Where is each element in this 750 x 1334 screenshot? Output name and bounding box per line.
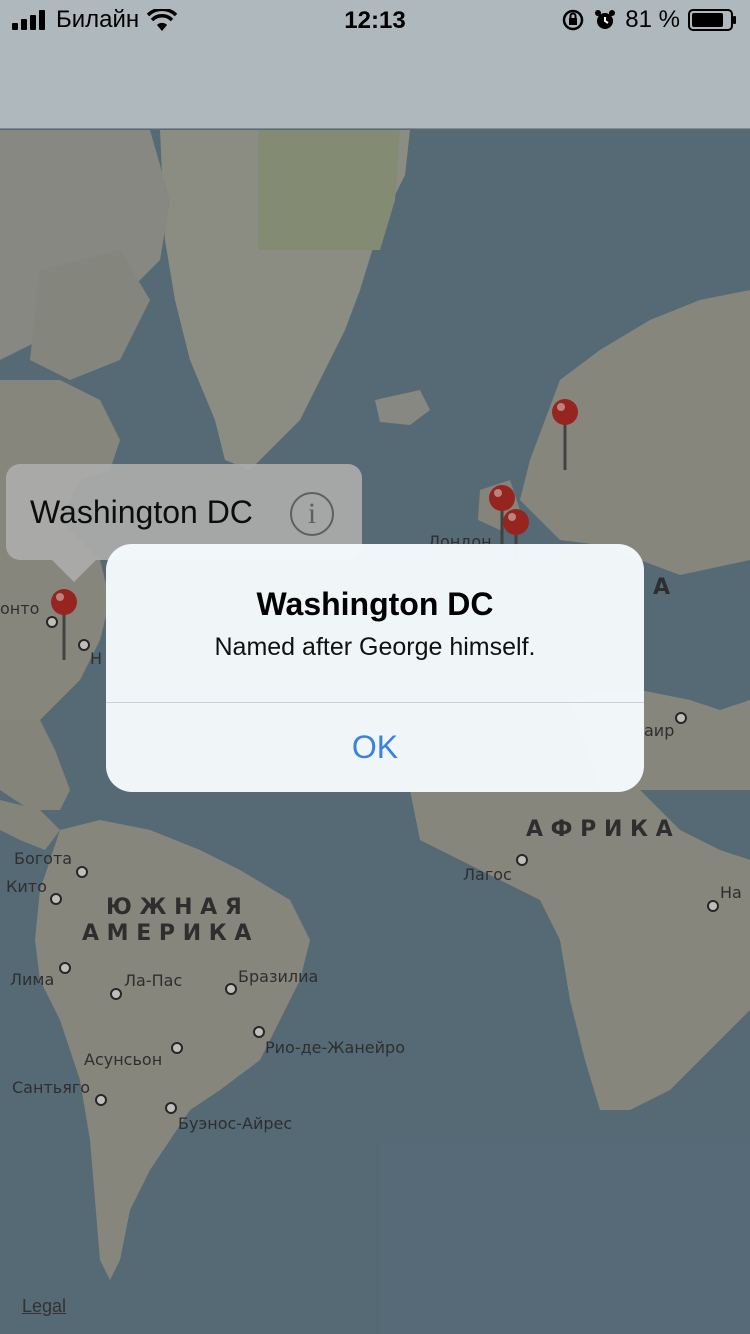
alert-title: Washington DC (256, 586, 494, 622)
status-bar: Билайн 12:13 81 % (0, 0, 750, 40)
battery-percentage: 81 % (625, 6, 680, 33)
alert-dialog: Washington DC Named after George himself… (106, 544, 644, 792)
ok-button[interactable]: OK (106, 703, 644, 792)
alarm-icon (595, 10, 616, 29)
alert-message: Named after George himself. (214, 633, 536, 661)
orientation-lock-icon (563, 9, 584, 31)
battery-icon (688, 9, 736, 31)
